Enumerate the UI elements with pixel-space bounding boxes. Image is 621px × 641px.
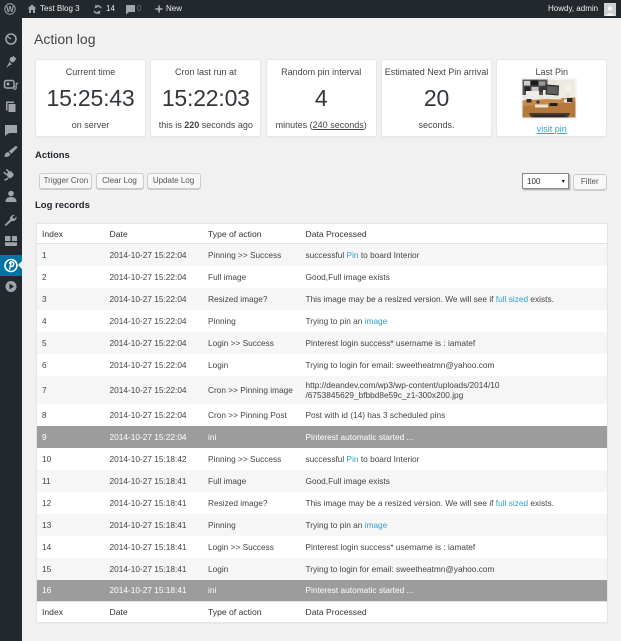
svg-text:W: W <box>6 5 14 14</box>
